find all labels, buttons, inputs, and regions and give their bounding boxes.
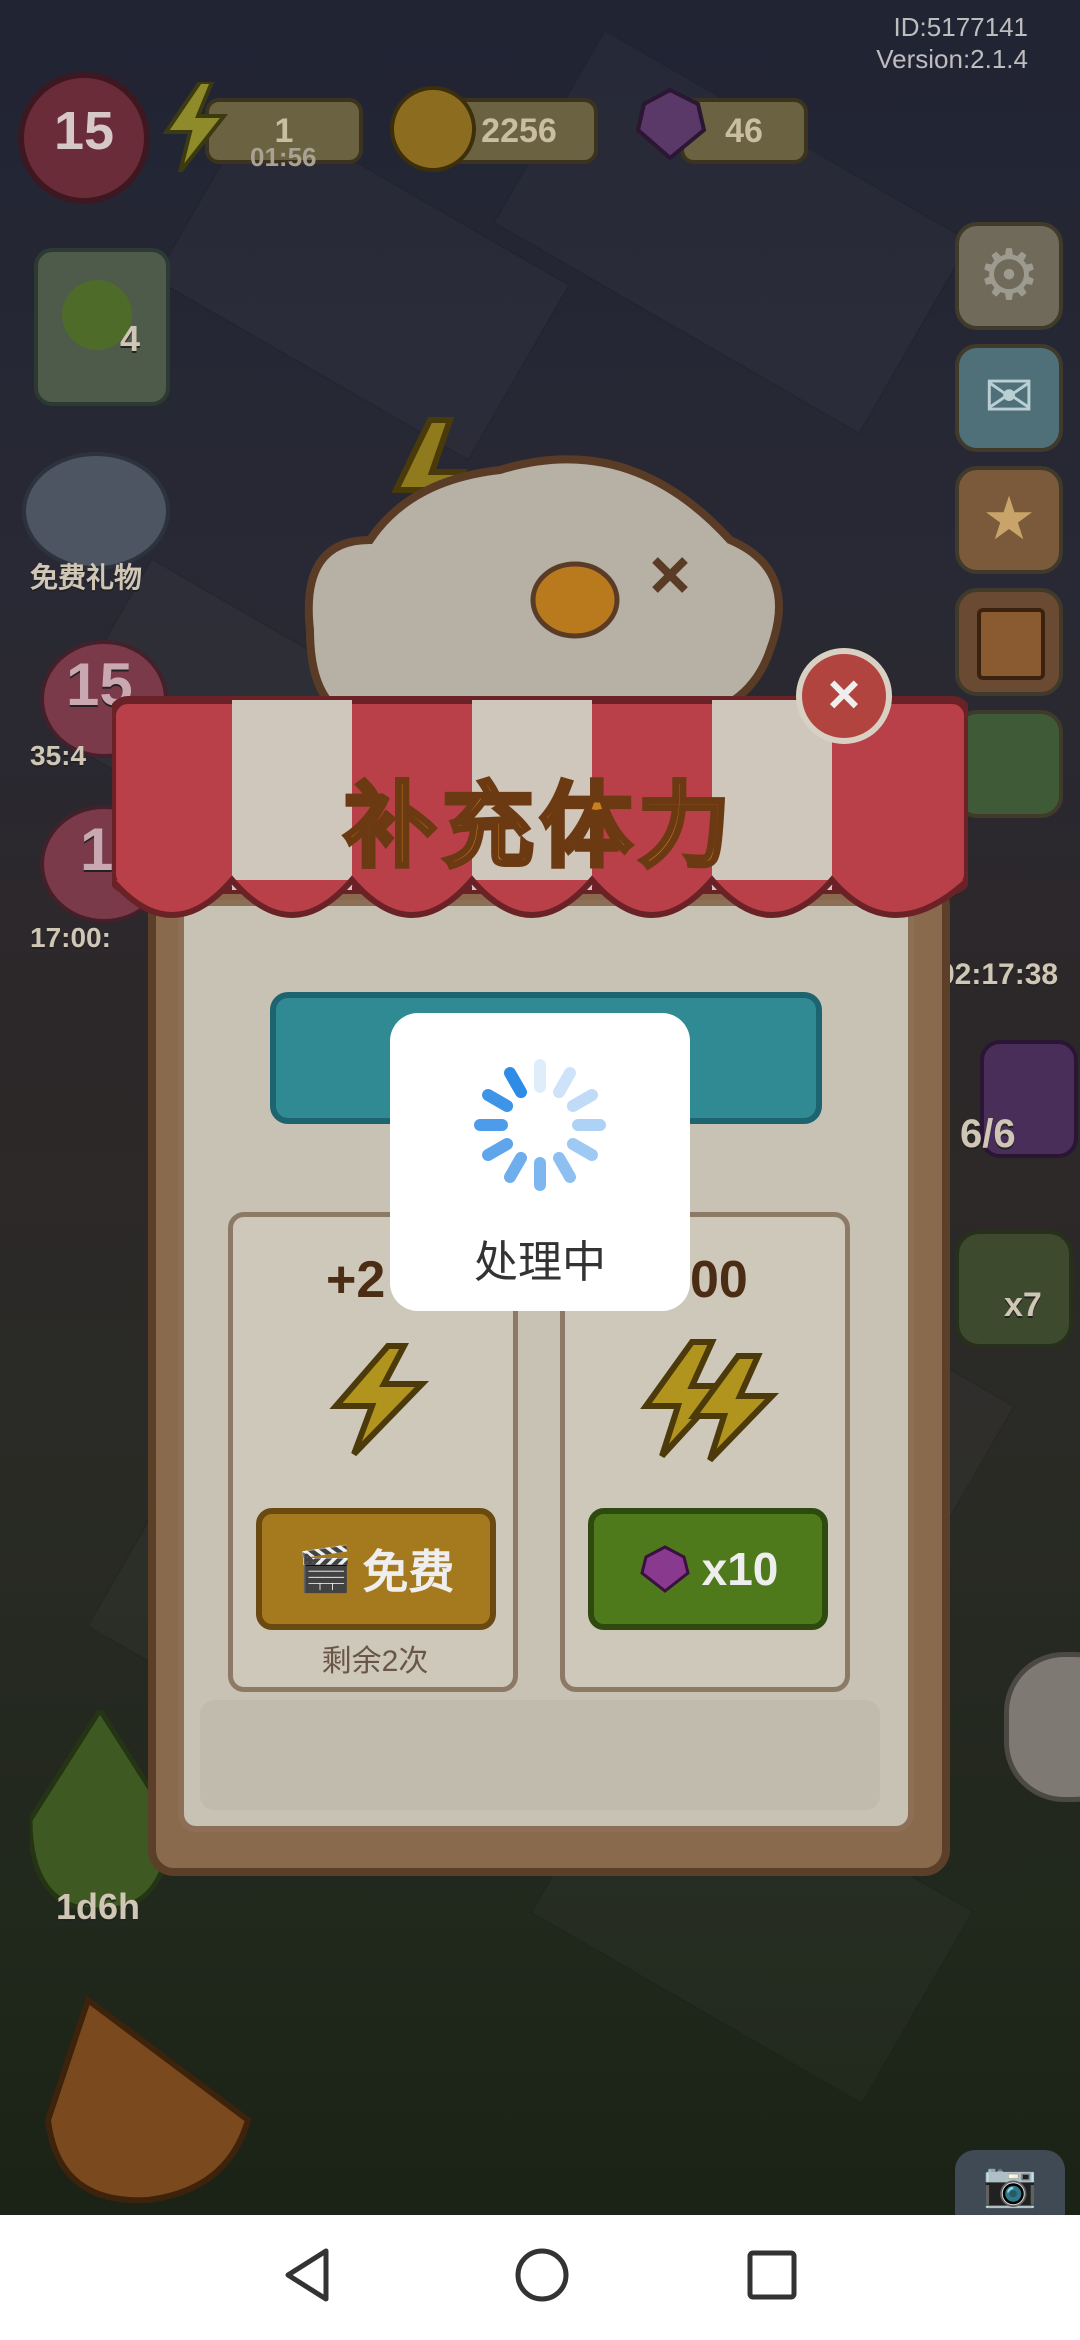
home-icon[interactable] <box>512 2245 572 2305</box>
back-icon[interactable] <box>278 2245 338 2305</box>
gem-icon <box>638 1545 692 1593</box>
navigation-bar <box>0 2215 1080 2340</box>
gem-card-amount: 00 <box>690 1251 748 1309</box>
loading-text: 处理中 <box>474 1238 606 1287</box>
popup-footer-decoration <box>200 1700 880 1810</box>
spinner-segment <box>482 1138 514 1161</box>
free-card-amount: +2 <box>326 1251 386 1309</box>
spinner-segment <box>504 1067 527 1099</box>
remaining-count: 剩余2次 <box>321 1645 429 1678</box>
recents-icon[interactable] <box>742 2245 802 2305</box>
spinner-segment <box>482 1089 514 1112</box>
popup-title: 补充体力 <box>342 771 736 882</box>
gem-button-label: x10 <box>701 1543 779 1595</box>
spinner-segment <box>553 1151 576 1183</box>
mascot-image <box>300 390 800 730</box>
spinner-segment <box>553 1067 576 1099</box>
free-watch-ad-button[interactable]: 🎬 免费 <box>256 1508 496 1630</box>
close-button[interactable]: × <box>796 648 892 744</box>
lightning-icon <box>318 1340 438 1460</box>
double-lightning-icon <box>632 1336 782 1466</box>
free-button-label: 免费 <box>362 1546 455 1598</box>
loading-spinner-icon <box>474 1059 606 1191</box>
video-clapper-icon: 🎬 <box>297 1545 353 1594</box>
spinner-segment <box>504 1151 527 1183</box>
spinner-segment <box>566 1138 598 1161</box>
spinner-segment <box>566 1089 598 1112</box>
gem-purchase-button[interactable]: x10 <box>588 1508 828 1630</box>
